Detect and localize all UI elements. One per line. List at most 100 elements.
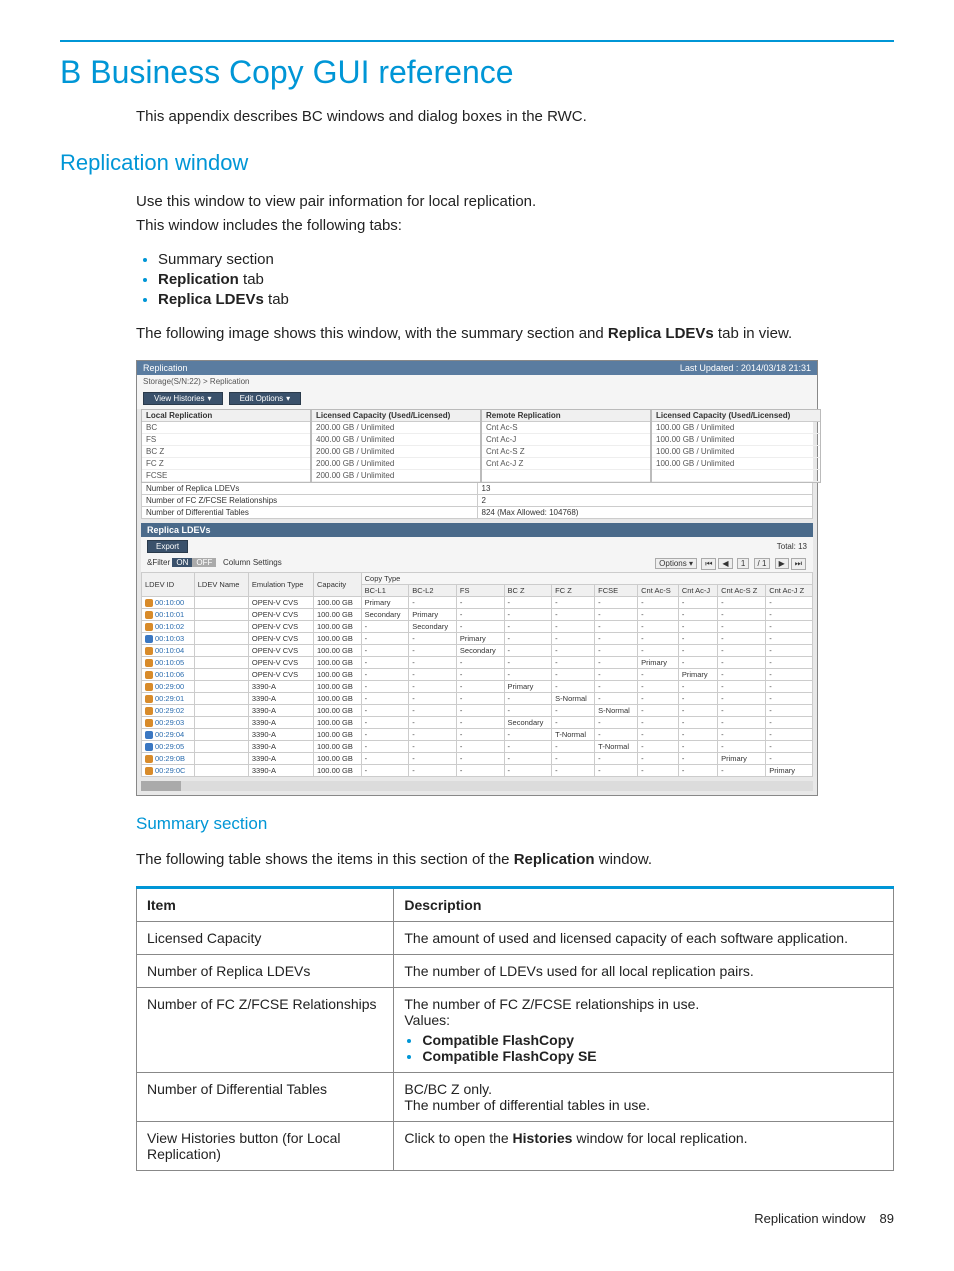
pager-first-icon[interactable]: ⏮ bbox=[701, 558, 716, 570]
column-settings-button[interactable]: Column Settings bbox=[223, 558, 282, 567]
view-histories-button[interactable]: View Histories ▾ bbox=[143, 392, 223, 405]
replication-window-screenshot: Replication Last Updated : 2014/03/18 21… bbox=[136, 360, 818, 796]
col-bc-l2[interactable]: BC-L2 bbox=[409, 585, 457, 597]
fs-cell: - bbox=[456, 753, 504, 765]
col-bc-l1[interactable]: BC-L1 bbox=[361, 585, 409, 597]
bcz-cell: - bbox=[504, 657, 552, 669]
acsz-cell: - bbox=[718, 741, 766, 753]
fcse-cell: - bbox=[595, 717, 638, 729]
ldev-status-icon bbox=[145, 719, 153, 727]
window-title: Replication bbox=[143, 363, 188, 373]
num-diff-label: Number of Differential Tables bbox=[141, 507, 478, 519]
bcl2-cell: - bbox=[409, 645, 457, 657]
fcz-cell: - bbox=[552, 765, 595, 777]
fcz-cell: - bbox=[552, 645, 595, 657]
emulation-cell: 3390-A bbox=[248, 741, 313, 753]
col-cnt-acs[interactable]: Cnt Ac-S bbox=[638, 585, 679, 597]
col-ldev-name[interactable]: LDEV Name bbox=[194, 573, 248, 597]
bcl1-cell: - bbox=[361, 717, 409, 729]
pager-last-icon[interactable]: ⏭ bbox=[791, 558, 806, 570]
bcl1-cell: - bbox=[361, 669, 409, 681]
ldev-id-cell[interactable]: 00:29:05 bbox=[142, 741, 195, 753]
acsz-cell: - bbox=[718, 621, 766, 633]
pager-prev-icon[interactable]: ◀ bbox=[718, 558, 732, 569]
bcz-cell: - bbox=[504, 765, 552, 777]
emulation-cell: 3390-A bbox=[248, 681, 313, 693]
ldev-id-cell[interactable]: 00:29:0B bbox=[142, 753, 195, 765]
capacity-cell: 100.00 GB bbox=[313, 669, 361, 681]
table-row: 00:29:053390-A100.00 GB-----T-Normal---- bbox=[142, 741, 813, 753]
acs-cell: - bbox=[638, 753, 679, 765]
col-ldev-id[interactable]: LDEV ID bbox=[142, 573, 195, 597]
edit-options-button[interactable]: Edit Options ▾ bbox=[229, 392, 302, 405]
filter-on-button[interactable]: ON bbox=[172, 558, 192, 567]
pager-next-icon[interactable]: ▶ bbox=[775, 558, 789, 569]
ldev-status-icon bbox=[145, 599, 153, 607]
col-cnt-acsz[interactable]: Cnt Ac-S Z bbox=[718, 585, 766, 597]
bcz-cell: - bbox=[504, 705, 552, 717]
breadcrumb[interactable]: Storage(S/N:22) > Replication bbox=[137, 375, 817, 388]
acj-cell: - bbox=[678, 693, 717, 705]
col-fc-z[interactable]: FC Z bbox=[552, 585, 595, 597]
acjz-cell: - bbox=[766, 645, 813, 657]
local-rep-header: Local Replication bbox=[142, 410, 310, 422]
col-fs[interactable]: FS bbox=[456, 585, 504, 597]
bcz-cell: - bbox=[504, 729, 552, 741]
ldev-name-cell bbox=[194, 705, 248, 717]
table-row: 00:29:0B3390-A100.00 GB--------Primary- bbox=[142, 753, 813, 765]
export-button[interactable]: Export bbox=[147, 540, 188, 553]
replica-ldevs-table: LDEV ID LDEV Name Emulation Type Capacit… bbox=[141, 572, 813, 777]
col-copy-type-group: Copy Type bbox=[361, 573, 812, 585]
emulation-cell: 3390-A bbox=[248, 693, 313, 705]
fcz-cell: - bbox=[552, 597, 595, 609]
ldev-id-cell[interactable]: 00:29:00 bbox=[142, 681, 195, 693]
emulation-cell: OPEN-V CVS bbox=[248, 645, 313, 657]
fs-cell: Primary bbox=[456, 633, 504, 645]
table-row: 00:29:0C3390-A100.00 GB---------Primary bbox=[142, 765, 813, 777]
fcse-cell: T-Normal bbox=[595, 741, 638, 753]
options-dropdown[interactable]: Options ▾ bbox=[655, 558, 697, 569]
bcz-cell: - bbox=[504, 609, 552, 621]
ldev-id-cell[interactable]: 00:29:04 bbox=[142, 729, 195, 741]
bcl1-cell: - bbox=[361, 681, 409, 693]
ldev-id-cell[interactable]: 00:10:00 bbox=[142, 597, 195, 609]
col-cnt-acjz[interactable]: Cnt Ac-J Z bbox=[766, 585, 813, 597]
bcz-cell: - bbox=[504, 753, 552, 765]
fcz-cell: - bbox=[552, 717, 595, 729]
bcz-cell: - bbox=[504, 741, 552, 753]
table-row: 00:29:033390-A100.00 GB---Secondary-----… bbox=[142, 717, 813, 729]
ldev-id-cell[interactable]: 00:29:02 bbox=[142, 705, 195, 717]
col-emulation-type[interactable]: Emulation Type bbox=[248, 573, 313, 597]
ldev-status-icon bbox=[145, 743, 153, 751]
replica-ldevs-tab-header[interactable]: Replica LDEVs bbox=[141, 523, 813, 537]
bcz-cell: - bbox=[504, 597, 552, 609]
ldev-name-cell bbox=[194, 645, 248, 657]
fs-cell: - bbox=[456, 621, 504, 633]
filter-off-button[interactable]: OFF bbox=[192, 558, 216, 567]
ldev-id-cell[interactable]: 00:10:04 bbox=[142, 645, 195, 657]
ldev-status-icon bbox=[145, 695, 153, 703]
acsz-cell: - bbox=[718, 729, 766, 741]
ldev-id-cell[interactable]: 00:29:01 bbox=[142, 693, 195, 705]
summary-items-table: Item Description Licensed Capacity The a… bbox=[136, 886, 894, 1171]
fs-cell: - bbox=[456, 705, 504, 717]
col-bc-z[interactable]: BC Z bbox=[504, 585, 552, 597]
ldev-id-cell[interactable]: 00:10:02 bbox=[142, 621, 195, 633]
ldev-id-cell[interactable]: 00:29:03 bbox=[142, 717, 195, 729]
col-fcse[interactable]: FCSE bbox=[595, 585, 638, 597]
horizontal-scrollbar[interactable] bbox=[141, 781, 813, 791]
ldev-id-cell[interactable]: 00:29:0C bbox=[142, 765, 195, 777]
capacity-cell: 100.00 GB bbox=[313, 765, 361, 777]
acsz-cell: - bbox=[718, 717, 766, 729]
acjz-cell: - bbox=[766, 705, 813, 717]
ldev-id-cell[interactable]: 00:10:01 bbox=[142, 609, 195, 621]
ldev-id-cell[interactable]: 00:10:05 bbox=[142, 657, 195, 669]
ldev-id-cell[interactable]: 00:10:06 bbox=[142, 669, 195, 681]
col-capacity[interactable]: Capacity bbox=[313, 573, 361, 597]
ldev-status-icon bbox=[145, 671, 153, 679]
capacity-cell: 100.00 GB bbox=[313, 681, 361, 693]
bcz-cell: - bbox=[504, 669, 552, 681]
col-cnt-acj[interactable]: Cnt Ac-J bbox=[678, 585, 717, 597]
bcl1-cell: - bbox=[361, 693, 409, 705]
ldev-id-cell[interactable]: 00:10:03 bbox=[142, 633, 195, 645]
